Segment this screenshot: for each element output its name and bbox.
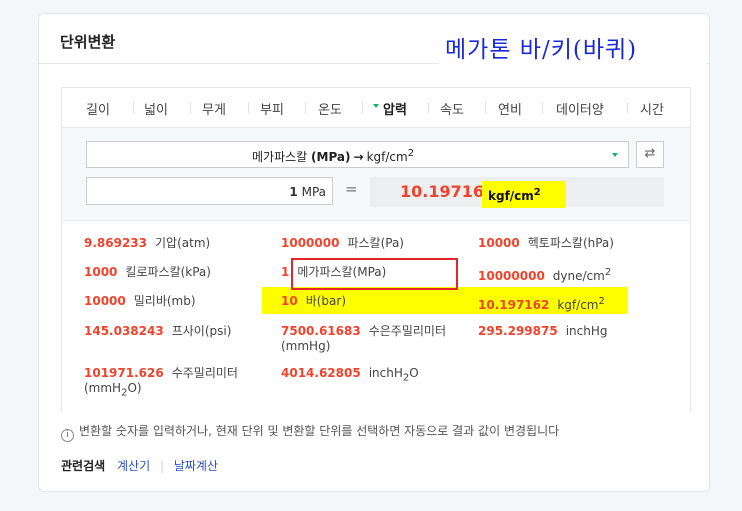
related-search-label: 관련검색 [61,459,106,473]
tab-time[interactable]: 시간 [640,99,664,118]
converter-panel: 길이 넓이 무게 부피 온도 압력 속도 연비 데이터양 시간 메가파스칼 (M… [61,87,691,411]
result-num: 101971.626 [84,366,164,380]
result-item: 145.038243 프사이(psi) [84,324,231,339]
result-unit: kgf/cm [557,298,599,312]
result-unit: 메가파스칼(MPa) [297,265,387,279]
result-unit-tail: O [409,366,419,380]
result-unit: 밀리바(mb) [133,294,196,308]
from-unit: 메가파스칼 [252,150,308,164]
tab-divider [428,102,429,113]
tab-temperature[interactable]: 온도 [318,99,342,118]
to-unit-sup: 2 [407,148,415,159]
result-num: 1000 [84,265,118,279]
calculator-link[interactable]: 계산기 [117,459,150,473]
from-unit-abbr: (MPa) [311,150,351,164]
converter-controls: 메가파스칼 (MPa) → kgf/cm2 ⇄ 1 MPa = 10.197162 … [62,127,690,221]
result-num: 4014.62805 [281,366,361,380]
result-num: 7500.61683 [281,324,361,338]
result-num: 9.869233 [84,236,148,250]
result-unit: dyne/cm [552,269,605,283]
result-item: 10000 밀리바(mb) [84,294,196,309]
result-item: 10000 헥토파스칼(hPa) [478,236,614,251]
result-item: 1 메가파스칼(MPa) [281,265,386,280]
unit-converter-card: 단위변환 길이 넓이 무게 부피 온도 압력 속도 연비 데이터양 시간 메가파… [38,13,710,492]
card-title: 단위변환 [60,33,116,51]
result-unit: inchH [368,366,403,380]
result-num: 10000 [84,294,126,308]
related-search: 관련검색 계산기 | 날짜계산 [61,457,218,474]
tab-divider [542,102,543,113]
result-item: 4014.62805 inchH2O [281,366,419,385]
unit-pair-select[interactable]: 메가파스칼 (MPa) → kgf/cm2 [86,141,629,168]
tab-fuel-economy[interactable]: 연비 [498,99,522,118]
input-unit: MPa [301,185,326,199]
input-value-display: 1 MPa [289,185,326,199]
result-unit: 헥토파스칼(hPa) [527,236,614,250]
result-unit-sup: 2 [598,296,605,307]
info-icon: i [61,429,74,442]
result-unit-sup: 2 [533,187,541,198]
result-unit: inchHg [565,324,608,338]
result-num: 10.197162 [478,298,550,312]
tab-data-size[interactable]: 데이터양 [556,99,604,118]
result-item: 10.197162 kgf/cm2 [478,294,605,313]
equals-sign: = [345,180,358,198]
result-box: 10.197162 kgf/cm2 [370,177,664,208]
tab-divider [133,102,134,113]
result-num: 10 [281,294,298,308]
unit-category-tabs: 길이 넓이 무게 부피 온도 압력 속도 연비 데이터양 시간 [62,88,690,127]
date-calculator-link[interactable]: 날짜계산 [174,459,218,473]
tab-volume[interactable]: 부피 [260,99,284,118]
result-item: 1000000 파스칼(Pa) [281,236,404,251]
result-unit: 기압(atm) [155,236,211,250]
input-value: 1 [289,185,298,199]
result-num: 10000000 [478,269,545,283]
unit-pair-label: 메가파스칼 (MPa) → kgf/cm2 [252,148,414,165]
result-num: 1 [281,265,290,279]
info-message: i 변환할 숫자를 입력하거나, 현재 단위 및 변환할 단위를 선택하면 자동으… [61,422,559,442]
result-item: 101971.626 수주밀리미터 (mmH2O) [84,366,264,400]
result-unit: 바(bar) [305,294,347,308]
result-unit: 파스칼(Pa) [347,236,404,250]
result-num: 145.038243 [84,324,164,338]
tab-divider [485,102,486,113]
result-item: 295.299875 inchHg [478,324,608,339]
tab-divider [362,102,363,113]
result-item: 1000 킬로파스칼(kPa) [84,265,211,280]
tab-length[interactable]: 길이 [86,99,110,118]
arrow-right-icon: → [353,150,364,164]
info-text: 변환할 숫자를 입력하거나, 현재 단위 및 변환할 단위를 선택하면 자동으로… [79,424,560,438]
result-unit: 프사이(psi) [171,324,232,338]
swap-units-button[interactable]: ⇄ [636,141,664,168]
result-item: 10000000 dyne/cm2 [478,265,611,284]
result-unit: kgf/cm [488,189,534,203]
result-item: 9.869233 기압(atm) [84,236,210,251]
result-num: 1000000 [281,236,340,250]
result-unit-tail: O) [127,381,142,395]
link-separator: | [159,459,164,473]
result-unit: 킬로파스칼(kPa) [125,265,211,279]
overlay-annotation-title: 메가톤 바/키(바퀴) [439,21,707,69]
tab-weight[interactable]: 무게 [202,99,226,118]
result-value: 10.197162 [400,182,496,201]
tab-divider [248,102,249,113]
result-item: 10 바(bar) [281,294,346,309]
result-num: 295.299875 [478,324,558,338]
value-input[interactable]: 1 MPa [86,177,333,205]
result-item: 7500.61683 수은주밀리미터 (mmHg) [281,324,461,354]
active-tab-marker-icon [373,104,379,108]
result-unit-sup: 2 [604,267,612,278]
chevron-down-icon [612,153,618,157]
tab-area[interactable]: 넓이 [144,99,168,118]
to-unit: kgf/cm [366,150,408,164]
conversion-results-list: 9.869233 기압(atm) 1000000 파스칼(Pa) 10000 헥토파스… [62,221,690,411]
tab-divider [627,102,628,113]
tab-speed[interactable]: 속도 [440,99,464,118]
result-unit-highlight: kgf/cm2 [482,181,566,208]
tab-divider [190,102,191,113]
result-num: 10000 [478,236,520,250]
tab-divider [305,102,306,113]
tab-pressure[interactable]: 압력 [383,99,407,118]
